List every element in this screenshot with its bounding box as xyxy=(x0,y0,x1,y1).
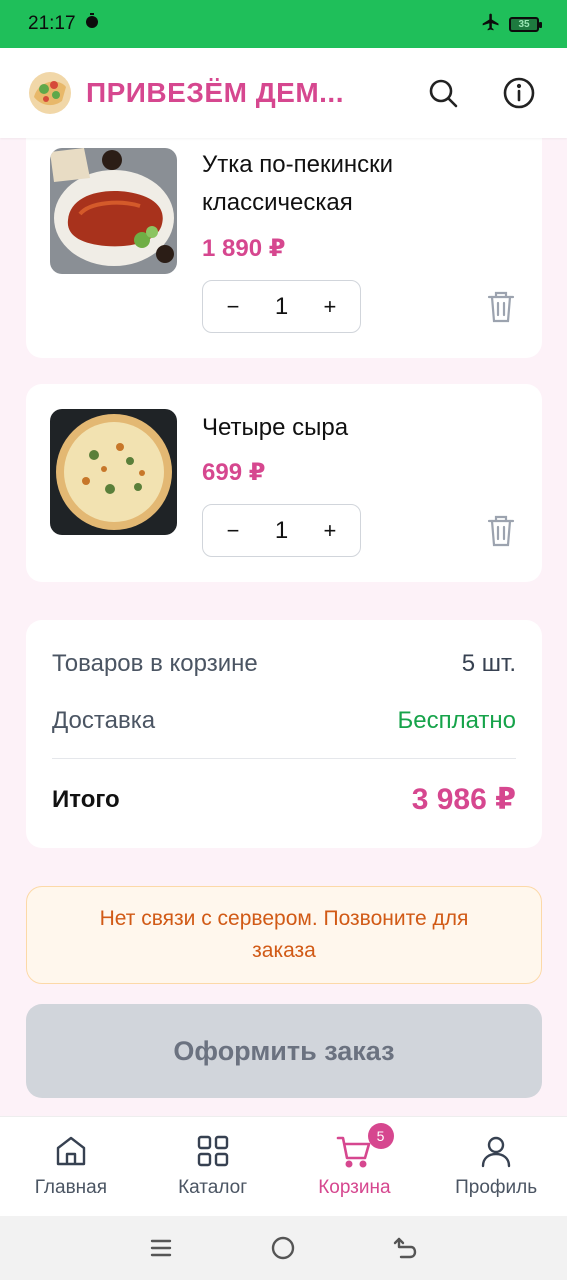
bottom-navigation: Главная Каталог 5 Корзина Профиль xyxy=(0,1116,567,1216)
airplane-mode-icon xyxy=(481,12,501,37)
cart-item-price: 1 890 ₽ xyxy=(202,235,286,262)
pizza-image xyxy=(50,409,177,535)
server-error-alert: Нет связи с сервером. Позвоните для зака… xyxy=(26,886,542,984)
summary-divider xyxy=(52,758,516,759)
app-header: ПРИВЕЗЁМ ДЕМ... xyxy=(0,48,567,138)
search-icon[interactable] xyxy=(423,73,463,113)
system-navigation-bar xyxy=(0,1216,567,1280)
timer-icon xyxy=(84,13,100,35)
decrease-quantity-button[interactable]: − xyxy=(223,294,243,320)
quantity-value: 1 xyxy=(274,516,289,544)
cart-item-card: Четыре сыра 699 ₽ − 1 + xyxy=(26,384,542,582)
trash-icon[interactable] xyxy=(486,514,516,548)
quantity-stepper: − 1 + xyxy=(202,504,361,557)
quantity-stepper: − 1 + xyxy=(202,280,361,333)
order-summary-card: Товаров в корзине 5 шт. Доставка Бесплат… xyxy=(26,620,542,848)
alert-text: Нет связи с сервером. Позвоните для зака… xyxy=(99,907,469,962)
info-icon[interactable] xyxy=(499,73,539,113)
status-time: 21:17 xyxy=(28,13,76,34)
recent-apps-icon[interactable] xyxy=(146,1233,176,1263)
delivery-row: Доставка Бесплатно xyxy=(52,707,516,735)
peking-duck-image xyxy=(50,148,177,274)
nav-label-catalog: Каталог xyxy=(178,1177,248,1198)
items-count-label: Товаров в корзине xyxy=(52,650,258,677)
cart-count-badge: 5 xyxy=(367,1123,394,1149)
app-title: ПРИВЕЗЁМ ДЕМ... xyxy=(86,77,344,108)
home-icon xyxy=(53,1133,89,1169)
total-value: 3 986 ₽ xyxy=(411,783,516,816)
cart-item-card: Утка по-пекински классическая 1 890 ₽ − … xyxy=(26,120,542,358)
delivery-label: Доставка xyxy=(52,707,156,734)
items-count-value: 5 шт. xyxy=(461,650,516,677)
increase-quantity-button[interactable]: + xyxy=(320,294,340,320)
app-logo xyxy=(28,71,72,115)
items-count-row: Товаров в корзине 5 шт. xyxy=(52,650,516,678)
cart-icon xyxy=(336,1133,372,1169)
cart-item-name: Утка по-пекински классическая xyxy=(202,151,394,216)
battery-icon: 35 xyxy=(509,16,542,32)
back-icon[interactable] xyxy=(391,1233,421,1263)
checkout-button[interactable]: Оформить заказ xyxy=(26,1004,542,1098)
trash-icon[interactable] xyxy=(486,290,516,324)
delivery-value: Бесплатно xyxy=(397,707,516,734)
nav-label-profile: Профиль xyxy=(455,1177,538,1198)
checkout-button-label: Оформить заказ xyxy=(173,1035,395,1066)
decrease-quantity-button[interactable]: − xyxy=(223,518,243,544)
nav-item-profile[interactable]: Профиль xyxy=(425,1117,567,1216)
nav-item-catalog[interactable]: Каталог xyxy=(142,1117,284,1216)
nav-label-home: Главная xyxy=(34,1177,108,1198)
nav-item-home[interactable]: Главная xyxy=(0,1117,142,1216)
cart-item-name: Четыре сыра xyxy=(202,414,349,441)
grid-icon xyxy=(195,1133,231,1169)
nav-label-cart: Корзина xyxy=(318,1177,391,1198)
total-row: Итого 3 986 ₽ xyxy=(52,782,516,817)
increase-quantity-button[interactable]: + xyxy=(320,518,340,544)
nav-item-cart[interactable]: 5 Корзина xyxy=(284,1117,426,1216)
user-icon xyxy=(478,1133,514,1169)
total-label: Итого xyxy=(52,785,120,813)
home-button-icon[interactable] xyxy=(268,1233,298,1263)
status-bar: 21:17 35 xyxy=(0,0,567,48)
cart-item-price: 699 ₽ xyxy=(202,459,266,486)
quantity-value: 1 xyxy=(274,292,289,320)
